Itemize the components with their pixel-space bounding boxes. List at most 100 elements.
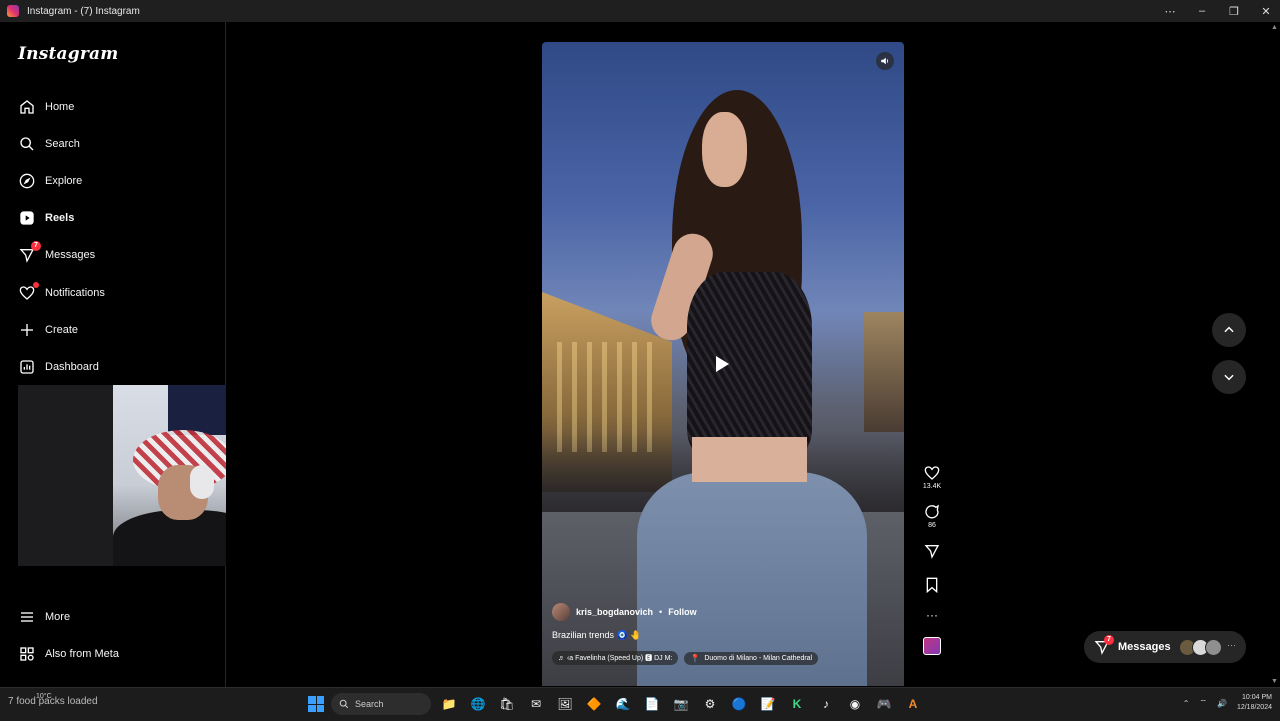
search-icon xyxy=(18,135,36,153)
scroll-up-icon[interactable]: ▲ xyxy=(1271,24,1278,31)
dashboard-icon xyxy=(18,358,36,376)
taskbar-app-icon[interactable]: 🛍 xyxy=(496,693,518,715)
sidebar-item-label: Notifications xyxy=(45,287,105,299)
sidebar-item-label: Messages xyxy=(45,249,96,261)
search-icon xyxy=(339,699,349,709)
weather-widget[interactable]: 10°C xyxy=(36,692,52,701)
start-button[interactable] xyxy=(308,696,324,712)
sidebar-item-reels[interactable]: Reels xyxy=(18,207,74,229)
sidebar-item-explore[interactable]: Explore xyxy=(18,170,82,192)
messages-badge: 7 xyxy=(31,241,41,251)
plus-icon xyxy=(18,321,36,339)
share-button[interactable] xyxy=(916,543,948,559)
sidebar-item-label: Create xyxy=(45,324,79,336)
comment-button[interactable]: 86 xyxy=(916,504,948,529)
taskbar-app-icon[interactable]: 🎮 xyxy=(873,693,895,715)
status-text: 7 food packs loaded xyxy=(8,696,98,707)
audio-cover-icon xyxy=(923,637,941,655)
sidebar-item-also-from-meta[interactable]: Also from Meta xyxy=(18,643,119,665)
ellipsis-icon: ··· xyxy=(1227,640,1236,650)
sidebar-item-label: Explore xyxy=(45,175,83,187)
speaker-icon xyxy=(881,57,889,65)
taskbar-app-icon[interactable]: 📁 xyxy=(438,693,460,715)
home-icon xyxy=(18,98,36,116)
follow-button[interactable]: Follow xyxy=(668,607,697,617)
instagram-logo[interactable]: Instagram xyxy=(18,44,118,64)
reel-caption[interactable]: Brazilian trends 🧿 🤚 xyxy=(552,630,892,641)
scroll-down-icon[interactable]: ▼ xyxy=(1271,678,1278,685)
taskbar-app-icon[interactable]: 📷 xyxy=(670,693,692,715)
minimize-button[interactable]: – xyxy=(1196,5,1208,17)
tray-chevron-icon[interactable]: ⌃ xyxy=(1183,699,1190,708)
sidebar-item-search[interactable]: Search xyxy=(18,133,80,155)
taskbar-app-icon[interactable]: 📝 xyxy=(757,693,779,715)
taskbar-app-icon[interactable]: K xyxy=(786,693,808,715)
clock-date: 12/18/2024 xyxy=(1236,704,1272,711)
sidebar-item-messages[interactable]: 7 Messages xyxy=(18,241,96,266)
like-button[interactable]: 13.4K xyxy=(916,465,948,490)
volume-button[interactable] xyxy=(876,52,894,70)
taskbar-app-icon[interactable]: ⚙ xyxy=(699,693,721,715)
window-title: Instagram - (7) Instagram xyxy=(27,5,140,17)
taskbar-search-label: Search xyxy=(355,699,384,709)
messages-badge: 7 xyxy=(1104,635,1114,645)
save-button[interactable] xyxy=(916,577,948,593)
network-icon[interactable]: ⌔ xyxy=(1199,698,1207,708)
author-avatar[interactable] xyxy=(552,603,570,621)
sidebar-item-label: Search xyxy=(45,138,80,150)
sidebar-item-dashboard[interactable]: Dashboard xyxy=(18,356,99,378)
taskbar-app-icon[interactable]: ♪ xyxy=(815,693,837,715)
recent-contacts xyxy=(1179,639,1222,656)
taskbar-app-icon[interactable]: 🔵 xyxy=(728,693,750,715)
taskbar-apps: Search 📁 🌐 🛍 ✉ 🖼 🔶 🌊 📄 📷 ⚙ 🔵 📝 K ♪ ◉ 🎮 A xyxy=(308,693,924,715)
author-username[interactable]: kris_bogdanovich xyxy=(576,607,653,617)
taskbar-app-icon[interactable]: 📄 xyxy=(641,693,663,715)
window-controls: ⋯ – ❐ ✕ xyxy=(1164,0,1272,22)
location-pin-icon: 📍 xyxy=(690,653,701,663)
taskbar-app-icon[interactable]: 🔶 xyxy=(583,693,605,715)
comment-icon xyxy=(925,504,939,519)
taskbar-app-icon[interactable]: ◉ xyxy=(844,693,866,715)
reels-icon xyxy=(18,209,36,227)
close-button[interactable]: ✕ xyxy=(1260,5,1272,18)
ellipsis-icon: ··· xyxy=(926,608,938,622)
window-menu-button[interactable]: ⋯ xyxy=(1164,5,1176,18)
play-icon[interactable] xyxy=(716,356,729,372)
messages-popup-button[interactable]: 7 Messages ··· xyxy=(1084,631,1246,663)
sidebar-item-home[interactable]: Home xyxy=(18,96,74,118)
sidebar-item-create[interactable]: Create xyxy=(18,319,78,341)
audio-thumbnail[interactable] xyxy=(916,637,948,655)
previous-reel-button[interactable] xyxy=(1212,313,1246,347)
messages-label: Messages xyxy=(1118,641,1171,653)
volume-icon[interactable]: 🔊 xyxy=(1217,699,1227,708)
like-count: 13.4K xyxy=(922,483,942,490)
window-titlebar: Instagram - (7) Instagram ⋯ – ❐ ✕ xyxy=(0,0,1280,22)
menu-icon xyxy=(18,608,36,626)
clock-time: 10:04 PM xyxy=(1242,694,1272,701)
taskbar-app-icon[interactable]: 🌊 xyxy=(612,693,634,715)
taskbar-app-icon[interactable]: ✉ xyxy=(525,693,547,715)
more-options-button[interactable]: ··· xyxy=(916,608,948,622)
system-clock[interactable]: 10:04 PM 12/18/2024 xyxy=(1237,693,1272,713)
chevron-down-icon xyxy=(1224,374,1234,381)
comment-count: 86 xyxy=(928,522,936,529)
reel-video[interactable]: kris_bogdanovich • Follow Brazilian tren… xyxy=(542,42,904,686)
instagram-app-icon xyxy=(7,5,19,17)
next-reel-button[interactable] xyxy=(1212,360,1246,394)
messenger-icon: 7 xyxy=(18,241,41,264)
sidebar: Instagram Home Search Explore Reels 7 Me… xyxy=(0,22,226,687)
sidebar-item-more[interactable]: More xyxy=(18,606,70,628)
taskbar-app-icon[interactable]: A xyxy=(902,693,924,715)
location-chip[interactable]: 📍 Duomo di Milano - Milan Cathedral xyxy=(684,651,819,665)
chevron-up-icon xyxy=(1224,326,1234,333)
audio-chip[interactable]: ♬ ‹a Favelinha (Speed Up) 🅴 DJ M: xyxy=(552,651,679,665)
meta-apps-icon xyxy=(18,645,36,663)
windows-taskbar: 7 food packs loaded 10°C Search 📁 🌐 🛍 ✉ … xyxy=(0,687,1280,721)
page-scrollbar[interactable]: ▲ ▼ xyxy=(1268,22,1280,687)
taskbar-app-icon[interactable]: 🖼 xyxy=(554,693,576,715)
taskbar-app-icon[interactable]: 🌐 xyxy=(467,693,489,715)
taskbar-search[interactable]: Search xyxy=(331,693,431,715)
restore-button[interactable]: ❐ xyxy=(1228,5,1240,18)
sidebar-item-notifications[interactable]: Notifications xyxy=(18,282,105,304)
audio-track: ♬ ‹a Favelinha (Speed Up) 🅴 DJ M: xyxy=(558,655,673,662)
